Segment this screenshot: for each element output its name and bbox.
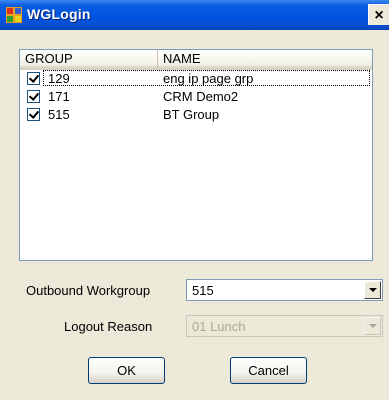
list-item[interactable]: 129 eng ip page grp: [20, 70, 372, 87]
name-cell: BT Group: [163, 107, 220, 122]
chevron-down-icon: [369, 324, 377, 328]
cancel-button[interactable]: Cancel: [230, 357, 307, 384]
column-header-name[interactable]: NAME: [158, 50, 372, 68]
dropdown-button[interactable]: [364, 281, 381, 299]
logout-reason-value: 01 Lunch: [192, 319, 246, 334]
group-cell: 515: [48, 107, 70, 122]
column-header-group[interactable]: GROUP: [20, 50, 158, 68]
chevron-down-icon: [369, 288, 377, 292]
row-checkbox[interactable]: [27, 90, 40, 103]
name-cell: eng ip page grp: [163, 71, 254, 86]
list-header: GROUP NAME: [20, 50, 372, 70]
workgroup-list[interactable]: GROUP NAME 129 eng ip page grp 171 CRM D…: [19, 49, 373, 261]
window-app-icon: [6, 7, 22, 23]
dropdown-button: [364, 317, 381, 335]
logout-reason-select: 01 Lunch: [186, 315, 383, 337]
close-button[interactable]: ×: [368, 4, 389, 25]
ok-button[interactable]: OK: [88, 357, 165, 384]
group-cell: 129: [48, 71, 70, 86]
outbound-workgroup-value: 515: [192, 283, 214, 298]
logout-reason-label: Logout Reason: [64, 319, 153, 334]
window-title: WGLogin: [27, 6, 91, 22]
list-item[interactable]: 171 CRM Demo2: [20, 88, 372, 105]
title-bar: WGLogin ×: [0, 0, 389, 30]
outbound-workgroup-select[interactable]: 515: [186, 279, 383, 301]
row-checkbox[interactable]: [27, 108, 40, 121]
close-icon: ×: [374, 7, 384, 24]
list-item[interactable]: 515 BT Group: [20, 106, 372, 123]
group-cell: 171: [48, 89, 70, 104]
name-cell: CRM Demo2: [163, 89, 239, 104]
outbound-workgroup-label: Outbound Workgroup: [26, 283, 151, 298]
row-checkbox[interactable]: [27, 72, 40, 85]
